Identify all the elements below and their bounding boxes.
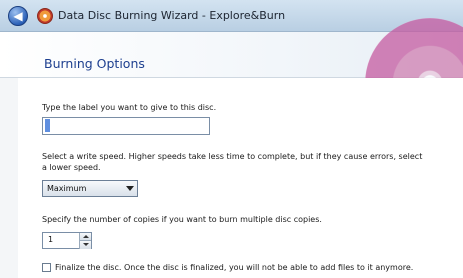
page-title: Burning Options xyxy=(44,56,145,71)
finalize-checkbox[interactable] xyxy=(42,263,51,272)
wizard-window: ◀ Data Disc Burning Wizard - Explore&Bur… xyxy=(0,0,463,278)
title-bar: ◀ Data Disc Burning Wizard - Explore&Bur… xyxy=(0,0,463,32)
arrow-down-icon xyxy=(83,243,89,246)
disc-label-prompt: Type the label you want to give to this … xyxy=(42,103,217,112)
chevron-down-icon[interactable] xyxy=(126,186,134,191)
spin-up-button[interactable] xyxy=(79,233,91,241)
back-arrow-icon[interactable]: ◀ xyxy=(8,6,28,26)
copies-prompt: Specify the number of copies if you want… xyxy=(42,215,322,224)
finalize-label: Finalize the disc. Once the disc is fina… xyxy=(55,263,414,272)
speed-prompt-line1: Select a write speed. Higher speeds take… xyxy=(42,152,423,161)
speed-prompt-line2: a lower speed. xyxy=(42,163,101,172)
copies-value: 1 xyxy=(48,235,54,244)
write-speed-value: Maximum xyxy=(47,184,87,193)
disc-app-icon xyxy=(37,8,53,24)
window-title: Data Disc Burning Wizard - Explore&Burn xyxy=(58,9,286,22)
disc-label-input[interactable] xyxy=(42,117,210,135)
arrow-up-icon xyxy=(83,235,89,238)
text-caret xyxy=(45,119,50,132)
spin-down-button[interactable] xyxy=(79,241,91,249)
write-speed-dropdown[interactable]: Maximum xyxy=(42,180,138,197)
